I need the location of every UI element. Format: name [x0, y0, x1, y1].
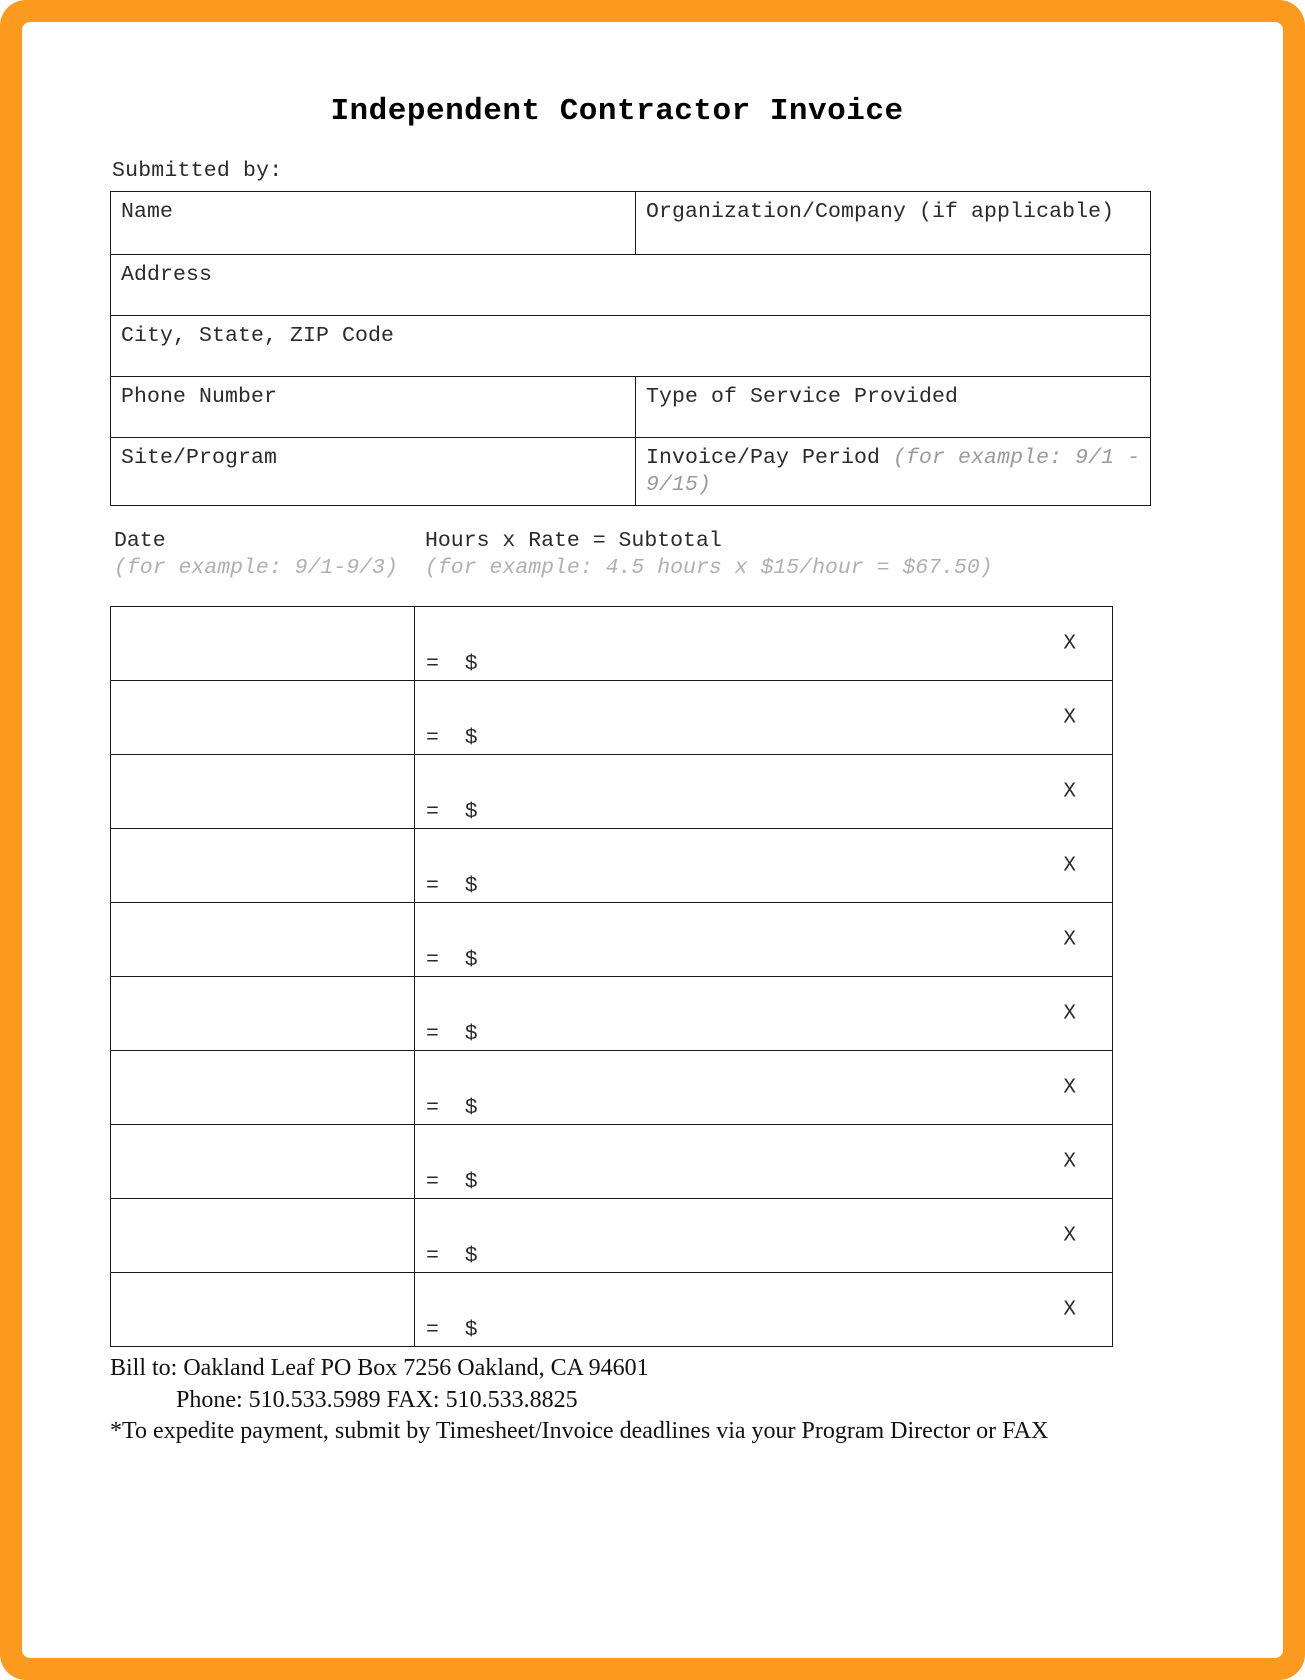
line-item-calc-cell[interactable]: = $ X [414, 754, 1113, 830]
table-row: Phone Number Type of Service Provided [110, 376, 1151, 438]
multiply-x-marker: X [1063, 706, 1076, 730]
line-item-date-cell[interactable] [110, 1198, 415, 1274]
line-item-date-cell[interactable] [110, 680, 415, 756]
equals-dollar-marker: = $ [426, 1244, 478, 1269]
table-row: Address [110, 254, 1151, 316]
multiply-x-marker: X [1063, 928, 1076, 952]
field-city-state-zip[interactable]: City, State, ZIP Code [110, 315, 1151, 377]
date-column-header: Date (for example: 9/1-9/3) [114, 528, 414, 582]
table-row: = $ X [110, 606, 1113, 682]
table-row: = $ X [110, 828, 1113, 904]
table-row: Name Organization/Company (if applicable… [110, 191, 1151, 255]
line-item-date-cell[interactable] [110, 606, 415, 682]
equals-dollar-marker: = $ [426, 874, 478, 899]
line-item-calc-cell[interactable]: = $ X [414, 1050, 1113, 1126]
line-items-table: = $ X = $ X = $ X = $ X = $ X = $ X = $ X = $ X = $ X = $ X [110, 606, 1113, 1348]
equals-dollar-marker: = $ [426, 800, 478, 825]
multiply-x-marker: X [1063, 1298, 1076, 1322]
line-item-calc-cell[interactable]: = $ X [414, 828, 1113, 904]
line-item-date-cell[interactable] [110, 1050, 415, 1126]
invoice-pay-period-label: Invoice/Pay Period [646, 446, 894, 470]
line-item-calc-cell[interactable]: = $ X [414, 1198, 1113, 1274]
line-item-date-cell[interactable] [110, 828, 415, 904]
hours-column-label: Hours x Rate = Subtotal [425, 529, 722, 554]
footer-note: *To expedite payment, submit by Timeshee… [110, 1417, 1049, 1444]
table-row: = $ X [110, 1272, 1113, 1348]
table-row: = $ X [110, 1124, 1113, 1200]
field-name[interactable]: Name [110, 191, 636, 255]
multiply-x-marker: X [1063, 1224, 1076, 1248]
date-column-example: (for example: 9/1-9/3) [114, 556, 398, 581]
contractor-info-table: Name Organization/Company (if applicable… [110, 191, 1151, 507]
submitted-by-label: Submitted by: [112, 159, 283, 183]
hours-column-header: Hours x Rate = Subtotal (for example: 4.… [425, 528, 1105, 582]
equals-dollar-marker: = $ [426, 948, 478, 973]
equals-dollar-marker: = $ [426, 1022, 478, 1047]
line-item-calc-cell[interactable]: = $ X [414, 1272, 1113, 1348]
field-address[interactable]: Address [110, 254, 1151, 316]
multiply-x-marker: X [1063, 632, 1076, 656]
table-row: = $ X [110, 1050, 1113, 1126]
document-footer: Bill to: Oakland Leaf PO Box 7256 Oaklan… [110, 1353, 1110, 1447]
page-title: Independent Contractor Invoice [330, 94, 904, 129]
multiply-x-marker: X [1063, 1076, 1076, 1100]
multiply-x-marker: X [1063, 780, 1076, 804]
equals-dollar-marker: = $ [426, 652, 478, 677]
table-row: = $ X [110, 1198, 1113, 1274]
line-item-calc-cell[interactable]: = $ X [414, 680, 1113, 756]
line-items-header: Date (for example: 9/1-9/3) Hours x Rate… [110, 528, 1110, 604]
line-item-date-cell[interactable] [110, 976, 415, 1052]
table-row: City, State, ZIP Code [110, 315, 1151, 377]
equals-dollar-marker: = $ [426, 1170, 478, 1195]
date-column-label: Date [114, 529, 166, 554]
field-phone-number[interactable]: Phone Number [110, 376, 636, 438]
hours-column-example: (for example: 4.5 hours x $15/hour = $67… [425, 556, 993, 581]
line-item-date-cell[interactable] [110, 1272, 415, 1348]
line-item-date-cell[interactable] [110, 754, 415, 830]
line-item-calc-cell[interactable]: = $ X [414, 1124, 1113, 1200]
multiply-x-marker: X [1063, 1002, 1076, 1026]
line-item-date-cell[interactable] [110, 902, 415, 978]
table-row: = $ X [110, 902, 1113, 978]
document-content: Independent Contractor Invoice Submitted… [110, 94, 1151, 1447]
footer-phone-fax: Phone: 510.533.5989 FAX: 510.533.8825 [176, 1386, 578, 1413]
line-item-date-cell[interactable] [110, 1124, 415, 1200]
orange-page-border: Independent Contractor Invoice Submitted… [0, 0, 1305, 1680]
line-item-calc-cell[interactable]: = $ X [414, 606, 1113, 682]
table-row: = $ X [110, 680, 1113, 756]
line-item-calc-cell[interactable]: = $ X [414, 976, 1113, 1052]
multiply-x-marker: X [1063, 854, 1076, 878]
table-row: = $ X [110, 976, 1113, 1052]
equals-dollar-marker: = $ [426, 1096, 478, 1121]
equals-dollar-marker: = $ [426, 1318, 478, 1343]
document-sheet: Independent Contractor Invoice Submitted… [22, 22, 1283, 1658]
field-type-of-service[interactable]: Type of Service Provided [635, 376, 1151, 438]
field-site-program[interactable]: Site/Program [110, 436, 636, 507]
field-invoice-pay-period[interactable]: Invoice/Pay Period (for example: 9/1 - 9… [635, 436, 1151, 507]
equals-dollar-marker: = $ [426, 726, 478, 751]
multiply-x-marker: X [1063, 1150, 1076, 1174]
line-item-calc-cell[interactable]: = $ X [414, 902, 1113, 978]
table-row: Site/Program Invoice/Pay Period (for exa… [110, 436, 1151, 507]
field-organization[interactable]: Organization/Company (if applicable) [635, 191, 1151, 255]
table-row: = $ X [110, 754, 1113, 830]
footer-bill-to: Bill to: Oakland Leaf PO Box 7256 Oaklan… [110, 1355, 649, 1382]
